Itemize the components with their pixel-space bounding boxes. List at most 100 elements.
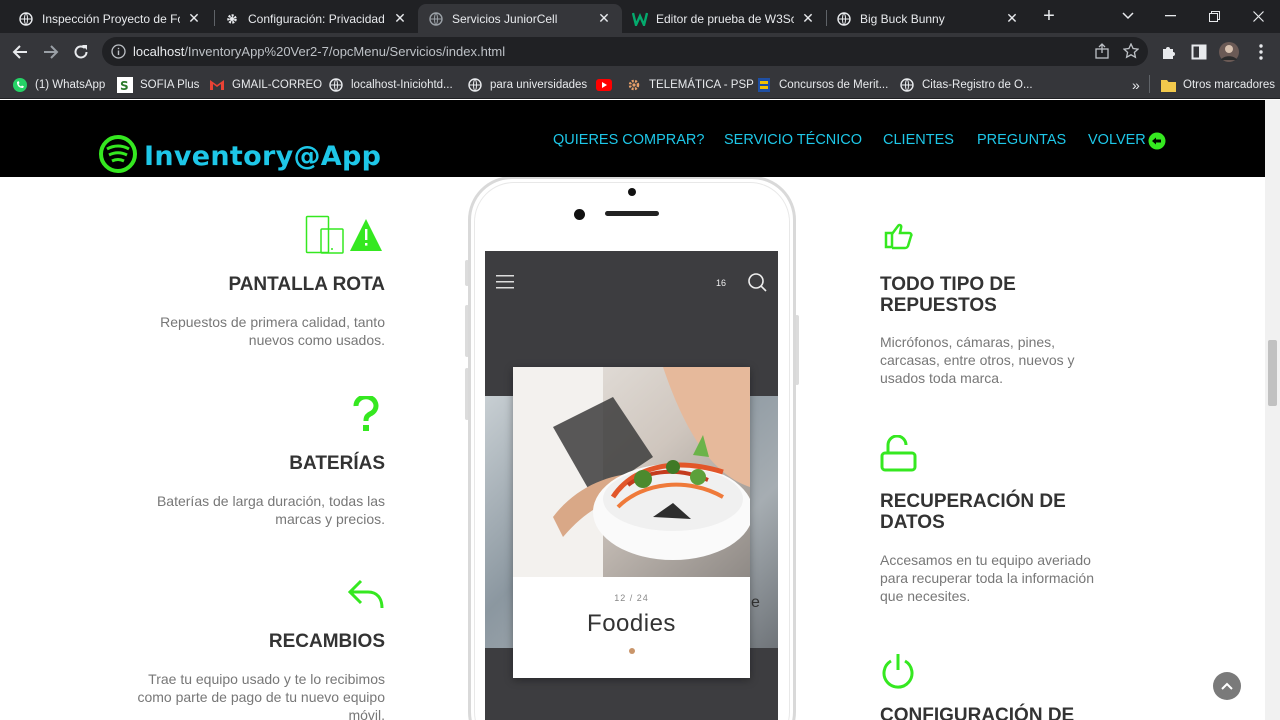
bookmark-citas[interactable]: Citas-Registro de O... xyxy=(899,76,1033,94)
salad-photo xyxy=(513,367,750,577)
tab-w3schools[interactable]: Editor de prueba de W3Schoo ✕ xyxy=(622,4,826,33)
new-tab-button[interactable]: + xyxy=(1038,6,1060,28)
slide-indicator-dot[interactable] xyxy=(629,648,635,654)
close-window-button[interactable] xyxy=(1236,4,1280,28)
close-icon[interactable]: ✕ xyxy=(1004,10,1020,27)
feature-title-recuperacion: RECUPERACIÓN DE DATOS xyxy=(880,491,1066,533)
reply-arrow-icon xyxy=(347,578,385,615)
brand-name: Inventory@App xyxy=(144,141,382,172)
bookmark-gmail[interactable]: GMAIL-CORREO xyxy=(209,76,322,94)
feature-desc-baterias: Baterías de larga duración, todas las ma… xyxy=(156,493,385,527)
globe-icon xyxy=(899,77,915,93)
bookmark-whatsapp[interactable]: (1) WhatsApp xyxy=(12,76,105,94)
cnsc-logo-icon xyxy=(756,77,772,93)
nav-preguntas[interactable]: PREGUNTAS xyxy=(977,132,1066,148)
bookmarks-bar: (1) WhatsApp S SOFIA Plus GMAIL-CORREO l… xyxy=(0,70,1280,99)
site-logo[interactable]: Inventory@App xyxy=(98,134,381,179)
tab-configuracion[interactable]: Configuración: Privacidad y s ✕ xyxy=(214,4,418,33)
phone-speaker xyxy=(605,211,659,216)
bookmark-localhost[interactable]: localhost-Iniciohtd... xyxy=(328,76,453,94)
feature-title-pantalla-rota: PANTALLA ROTA xyxy=(228,274,385,295)
back-circle-icon[interactable] xyxy=(1148,132,1166,155)
globe-icon xyxy=(467,77,483,93)
share-icon[interactable] xyxy=(1094,43,1110,64)
scrollbar-thumb[interactable] xyxy=(1268,340,1277,406)
scroll-to-top-button[interactable] xyxy=(1213,672,1241,700)
phone-screen: 16 e 12 / 24 Foodies xyxy=(485,251,778,720)
whatsapp-icon xyxy=(12,77,28,93)
background-slide-text: e xyxy=(751,594,760,611)
bookmarks-overflow-button[interactable]: » xyxy=(1132,76,1140,94)
slide-card[interactable]: 12 / 24 Foodies xyxy=(513,367,750,678)
tab-strip: Inspección Proyecto de Form ✕ Configurac… xyxy=(0,0,1280,33)
nav-servicio-tecnico[interactable]: SERVICIO TÉCNICO xyxy=(724,132,862,148)
bookmark-sofia-plus[interactable]: S SOFIA Plus xyxy=(117,76,199,94)
nav-volver[interactable]: VOLVER xyxy=(1088,132,1146,148)
browser-toolbar: localhost/InventoryApp%20Ver2-7/opcMenu/… xyxy=(0,33,1280,70)
feature-desc-recambios: Trae tu equipo usado y te lo recibimos c… xyxy=(137,671,385,720)
minimize-button[interactable] xyxy=(1148,4,1192,28)
other-bookmarks-folder[interactable]: Otros marcadores xyxy=(1160,76,1275,94)
feature-title-recambios: RECAMBIOS xyxy=(268,631,385,652)
feature-desc-pantalla-rota: Repuestos de primera calidad, tanto nuev… xyxy=(160,314,385,348)
nav-clientes[interactable]: CLIENTES xyxy=(883,132,954,148)
phone-camera xyxy=(574,209,585,220)
forward-arrow-icon[interactable] xyxy=(38,39,64,65)
hamburger-menu-icon[interactable] xyxy=(496,275,514,294)
page-scrollbar[interactable] xyxy=(1265,100,1280,720)
close-icon[interactable]: ✕ xyxy=(596,10,612,27)
globe-icon xyxy=(328,77,344,93)
feature-desc-recuperacion: Accesamos en tu equipo averiado para rec… xyxy=(880,552,1095,604)
w3schools-icon xyxy=(632,11,648,27)
address-bar[interactable]: localhost/InventoryApp%20Ver2-7/opcMenu/… xyxy=(102,37,1148,66)
bookmark-concursos[interactable]: Concursos de Merit... xyxy=(756,76,888,94)
power-icon xyxy=(880,652,916,695)
bookmark-universidades[interactable]: para universidades xyxy=(467,76,587,94)
feature-title-baterias: BATERÍAS xyxy=(289,453,385,474)
bookmark-youtube[interactable] xyxy=(596,76,619,94)
question-icon xyxy=(353,394,379,437)
thumbs-up-icon xyxy=(884,220,914,255)
search-icon[interactable] xyxy=(747,272,767,297)
close-icon[interactable]: ✕ xyxy=(186,10,202,27)
restore-button[interactable] xyxy=(1192,4,1236,28)
feature-title-repuestos: TODO TIPO DE REPUESTOS xyxy=(880,274,1016,316)
tab-big-buck-bunny[interactable]: Big Buck Bunny ✕ xyxy=(826,4,1030,33)
slide-counter: 12 / 24 xyxy=(614,593,649,603)
gear-icon xyxy=(626,77,642,93)
unlock-icon xyxy=(880,434,918,478)
phone-sensor xyxy=(628,188,636,196)
feature-desc-repuestos: Micrófonos, cámaras, pines, carcasas, en… xyxy=(880,334,1075,386)
back-arrow-icon[interactable] xyxy=(7,39,33,65)
extensions-puzzle-icon[interactable] xyxy=(1156,39,1182,65)
profile-avatar[interactable] xyxy=(1216,39,1242,65)
site-header: Inventory@App QUIERES COMPRAR? SERVICIO … xyxy=(0,100,1265,177)
slide-title: Foodies xyxy=(587,610,676,637)
app-counter: 16 xyxy=(716,278,727,288)
bookmark-star-icon[interactable] xyxy=(1122,42,1140,64)
feature-title-configuracion: CONFIGURACIÓN DE xyxy=(880,705,1075,720)
svg-text:S: S xyxy=(120,79,129,93)
folder-icon xyxy=(1160,77,1176,93)
tab-search-chevron-icon[interactable] xyxy=(1106,4,1150,28)
tab-servicios[interactable]: Servicios JuniorCell ✕ xyxy=(418,4,622,33)
gear-icon xyxy=(224,11,240,27)
bookmarks-divider xyxy=(1149,75,1150,93)
wifi-logo-icon xyxy=(98,134,138,179)
sofia-logo-icon: S xyxy=(117,77,133,93)
page-viewport: 16 e 12 / 24 Foodies PANTALLA ROTA Repue… xyxy=(0,100,1265,720)
close-icon[interactable]: ✕ xyxy=(800,10,816,27)
url-text: localhost/InventoryApp%20Ver2-7/opcMenu/… xyxy=(133,44,506,59)
info-icon[interactable] xyxy=(111,44,126,64)
side-panel-icon[interactable] xyxy=(1186,39,1212,65)
reload-icon[interactable] xyxy=(68,39,94,65)
globe-icon xyxy=(18,11,34,27)
youtube-icon xyxy=(596,77,612,93)
tab-inspeccion[interactable]: Inspección Proyecto de Form ✕ xyxy=(8,4,212,33)
nav-quieres-comprar[interactable]: QUIERES COMPRAR? xyxy=(553,132,704,148)
globe-icon xyxy=(836,11,852,27)
devices-warning-icon xyxy=(305,215,383,260)
close-icon[interactable]: ✕ xyxy=(392,10,408,27)
bookmark-telematica[interactable]: TELEMÁTICA - PSP xyxy=(626,76,754,94)
more-menu-icon[interactable] xyxy=(1248,39,1274,65)
